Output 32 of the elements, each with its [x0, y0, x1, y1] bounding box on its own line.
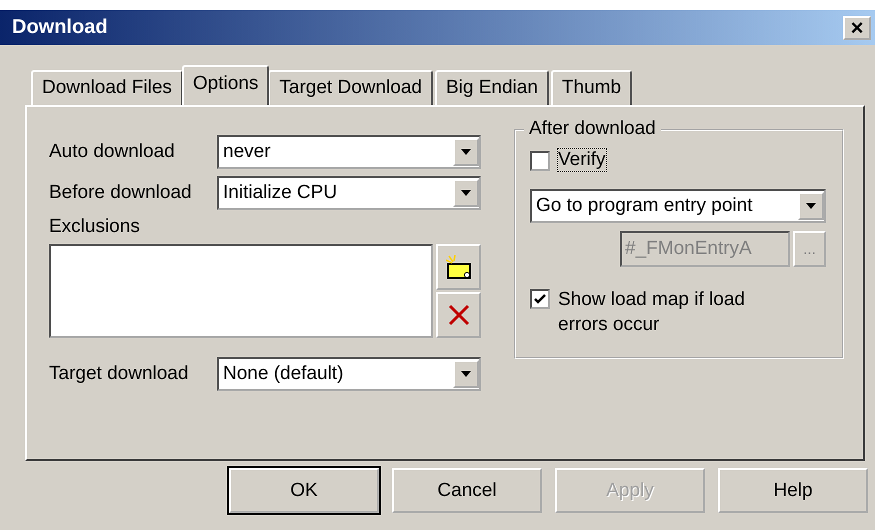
tab[interactable]: Thumb	[550, 70, 632, 105]
checkbox-label: Verify	[558, 149, 606, 171]
checkbox-label: Show load map if load errors occur	[558, 288, 746, 337]
delete-button[interactable]	[436, 292, 481, 338]
tab[interactable]: Options	[182, 65, 270, 105]
window-title: Download	[12, 16, 108, 39]
new-folder-button[interactable]	[436, 244, 481, 290]
section-label: Exclusions	[49, 216, 141, 238]
tab[interactable]: Target Download	[268, 70, 433, 105]
checkbox[interactable]	[530, 289, 550, 309]
field-label: Before download	[49, 182, 193, 204]
folder-icon	[446, 255, 472, 279]
field-label: Target download	[49, 363, 190, 385]
dialog-button[interactable]: OK	[229, 468, 379, 513]
dialog-button[interactable]: Help	[718, 468, 868, 513]
checkmark-icon	[534, 294, 546, 304]
dropdown[interactable]: never	[217, 135, 481, 169]
dropdown[interactable]: Initialize CPU	[217, 176, 481, 210]
checkbox[interactable]	[530, 151, 550, 171]
exclusions-list[interactable]	[49, 244, 433, 338]
dropdown-arrow-icon	[461, 190, 471, 196]
delete-icon	[448, 304, 470, 326]
field-label: Auto download	[49, 141, 176, 163]
dialog-button[interactable]: Cancel	[392, 468, 542, 513]
close-button[interactable]: ×	[843, 16, 871, 40]
dropdown[interactable]: None (default)	[217, 357, 481, 391]
dropdown-arrow-icon	[461, 149, 471, 155]
dropdown-arrow-icon	[461, 371, 471, 377]
tab[interactable]: Download Files	[31, 70, 183, 105]
dropdown-arrow-icon	[806, 203, 816, 209]
dropdown[interactable]: Go to program entry point	[530, 189, 826, 223]
tab[interactable]: Big Endian	[434, 70, 549, 105]
